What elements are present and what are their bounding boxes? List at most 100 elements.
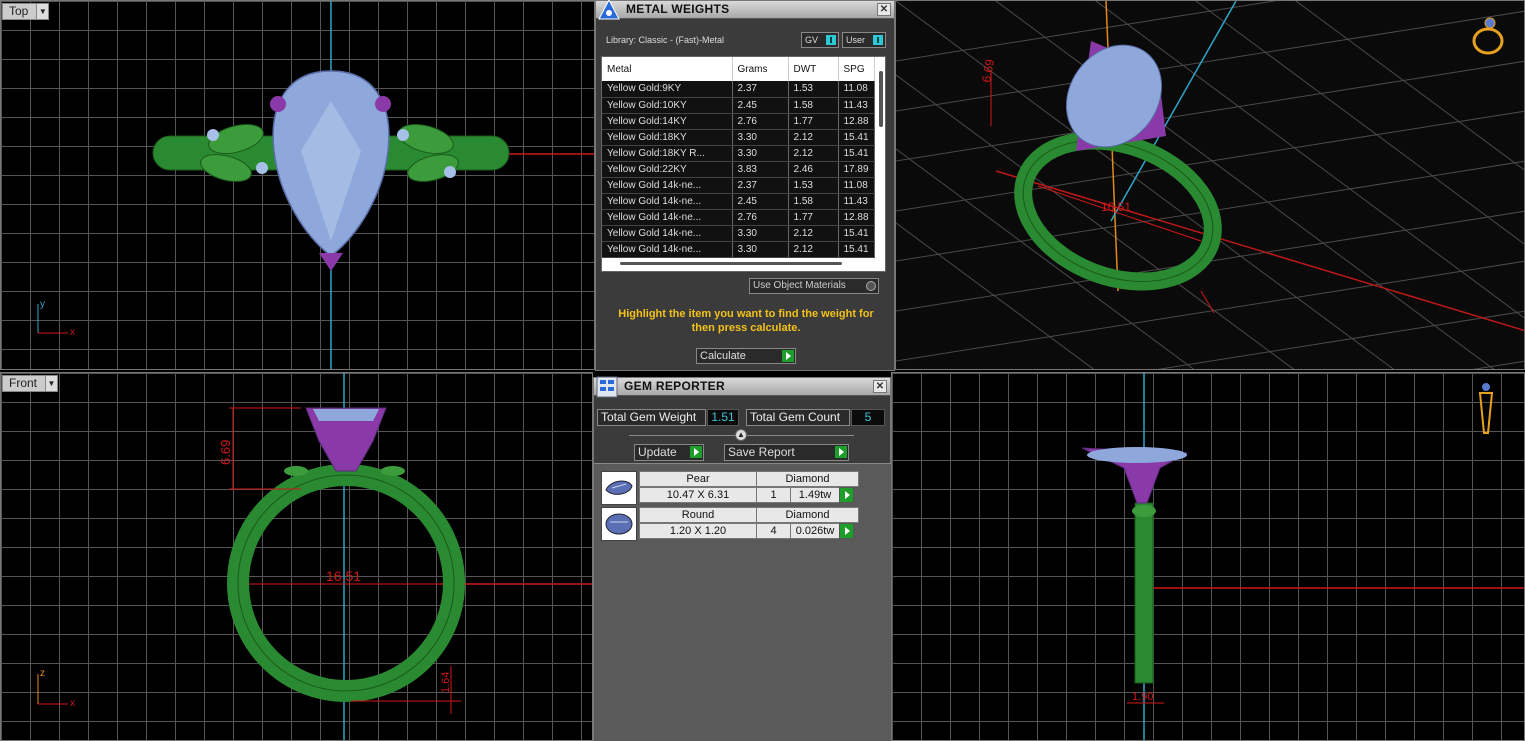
grams-cell: 2.37 (732, 177, 789, 194)
axis-x-label-front: x (70, 698, 75, 709)
column-header-dwt[interactable]: DWT (788, 57, 839, 81)
metal-name-cell: Yellow Gold 14k-ne... (602, 241, 733, 258)
use-object-materials-toggle[interactable]: Use Object Materials (749, 278, 879, 294)
dwt-cell: 1.58 (788, 97, 839, 114)
metal-name-cell: Yellow Gold 14k-ne... (602, 193, 733, 210)
metal-weights-icon (598, 0, 620, 20)
column-header-spg[interactable]: SPG (838, 57, 875, 81)
vertical-scrollbar[interactable] (879, 71, 883, 127)
dwt-cell: 1.58 (788, 193, 839, 210)
play-arrow-icon (782, 350, 794, 362)
grams-cell: 3.30 (732, 241, 789, 258)
spg-cell: 15.41 (838, 225, 875, 242)
update-button[interactable]: Update (634, 444, 704, 461)
persp-dim-height: 6.69 (979, 58, 997, 84)
table-row[interactable]: Yellow Gold:10KY 2.45 1.58 11.43 (602, 97, 875, 114)
close-icon[interactable]: ✕ (873, 380, 887, 393)
spg-cell: 15.41 (838, 145, 875, 162)
dwt-cell: 1.77 (788, 113, 839, 130)
metal-name-cell: Yellow Gold 14k-ne... (602, 209, 733, 226)
metal-name-cell: Yellow Gold 14k-ne... (602, 225, 733, 242)
metal-weights-title: METAL WEIGHTS (626, 2, 730, 16)
total-gem-count-label: Total Gem Count (746, 409, 850, 426)
viewport-top[interactable]: y x Top ▼ (0, 0, 595, 370)
table-row[interactable]: Yellow Gold 14k-ne... 2.37 1.53 11.08 (602, 177, 875, 194)
table-row[interactable]: Yellow Gold:14KY 2.76 1.77 12.88 (602, 113, 875, 130)
table-row[interactable]: Yellow Gold:9KY 2.37 1.53 11.08 (602, 81, 875, 98)
horizontal-scrollbar[interactable] (620, 262, 842, 265)
metal-weights-panel: METAL WEIGHTS ✕ Library: Classic - (Fast… (595, 0, 895, 371)
calculate-label: Calculate (700, 350, 746, 362)
play-arrow-icon (835, 446, 847, 458)
axis-z-label: z (40, 668, 45, 679)
axis-y-label: y (40, 299, 45, 310)
metal-name-cell: Yellow Gold 14k-ne... (602, 177, 733, 194)
user-toggle[interactable]: User (842, 32, 886, 48)
dwt-cell: 2.12 (788, 225, 839, 242)
front-dim-height: 6.69 (218, 440, 233, 465)
total-gem-weight-value: 1.51 (707, 409, 739, 426)
front-dim-width: 16.51 (326, 568, 361, 584)
gem-detail-button[interactable] (839, 487, 854, 503)
metal-weights-title-bar[interactable]: METAL WEIGHTS ✕ (596, 0, 894, 20)
chevron-down-icon[interactable]: ▼ (36, 4, 49, 19)
table-row[interactable]: Yellow Gold:18KY R... 3.30 2.12 15.41 (602, 145, 875, 162)
spg-cell: 11.43 (838, 97, 875, 114)
gem-weight: 0.026tw (790, 523, 840, 539)
gem-reporter-title-bar[interactable]: GEM REPORTER ✕ (594, 376, 890, 398)
table-row[interactable]: Yellow Gold 14k-ne... 3.30 2.12 15.41 (602, 225, 875, 242)
save-report-button[interactable]: Save Report (724, 444, 849, 461)
side-view-icon[interactable] (1478, 383, 1494, 434)
grams-cell: 2.45 (732, 193, 789, 210)
total-gem-count-value: 5 (851, 409, 885, 426)
dwt-cell: 2.12 (788, 241, 839, 258)
close-icon[interactable]: ✕ (877, 3, 891, 16)
spg-cell: 15.41 (838, 241, 875, 258)
chevron-down-icon[interactable]: ▼ (45, 376, 58, 391)
viewport-perspective[interactable]: 6.69 16.51 (895, 0, 1525, 370)
front-dim-small: 1.64 (440, 672, 452, 693)
column-header-metal[interactable]: Metal (602, 57, 733, 81)
dwt-cell: 1.53 (788, 81, 839, 98)
gem-type: Diamond (756, 471, 859, 487)
table-row[interactable]: Yellow Gold:18KY 3.30 2.12 15.41 (602, 129, 875, 146)
grams-cell: 2.37 (732, 81, 789, 98)
spg-cell: 11.43 (838, 193, 875, 210)
metal-table[interactable]: Metal Grams DWT SPG Yellow Gold:9KY 2.37 1… (601, 56, 886, 272)
gem-reporter-title: GEM REPORTER (624, 379, 725, 393)
gem-reporter-icon (596, 376, 618, 398)
viewport-top-menu[interactable]: Top ▼ (2, 3, 50, 20)
dwt-cell: 2.46 (788, 161, 839, 178)
pear-gem-icon (601, 471, 637, 505)
viewport-side[interactable]: 1.90 (891, 372, 1525, 741)
grams-cell: 3.30 (732, 129, 789, 146)
table-row[interactable]: Yellow Gold 14k-ne... 2.76 1.77 12.88 (602, 209, 875, 226)
play-arrow-icon (690, 446, 702, 458)
dwt-cell: 2.12 (788, 129, 839, 146)
ring-view-icon[interactable] (1472, 17, 1504, 55)
viewport-front[interactable]: 6.69 16.51 1.64 z x Front ▼ (0, 372, 593, 741)
front-view-model: 6.69 16.51 1.64 z x (37, 373, 592, 740)
gem-type: Diamond (756, 507, 859, 523)
gem-list: Pear Diamond 10.47 X 6.31 1 1.49tw Round… (594, 463, 891, 741)
side-dim-small: 1.90 (1132, 691, 1153, 703)
spg-cell: 11.08 (838, 81, 875, 98)
gv-toggle[interactable]: GV (801, 32, 839, 48)
grams-cell: 3.30 (732, 225, 789, 242)
table-row[interactable]: Yellow Gold:22KY 3.83 2.46 17.89 (602, 161, 875, 178)
radio-icon (866, 281, 876, 291)
table-row[interactable]: Yellow Gold 14k-ne... 3.30 2.12 15.41 (602, 241, 875, 258)
viewport-front-menu[interactable]: Front ▼ (2, 375, 59, 392)
grams-cell: 2.76 (732, 209, 789, 226)
collapse-chevron-icon[interactable]: ▲ (735, 429, 747, 441)
grams-cell: 3.30 (732, 145, 789, 162)
calculate-button[interactable]: Calculate (696, 348, 796, 364)
metal-name-cell: Yellow Gold:18KY R... (602, 145, 733, 162)
table-row[interactable]: Yellow Gold 14k-ne... 2.45 1.58 11.43 (602, 193, 875, 210)
dwt-cell: 2.12 (788, 145, 839, 162)
gem-reporter-panel: GEM REPORTER ✕ Total Gem Weight 1.51 Tot… (593, 376, 891, 741)
gem-detail-button[interactable] (839, 523, 854, 539)
round-gem-icon (601, 507, 637, 541)
spg-cell: 15.41 (838, 129, 875, 146)
column-header-grams[interactable]: Grams (732, 57, 789, 81)
